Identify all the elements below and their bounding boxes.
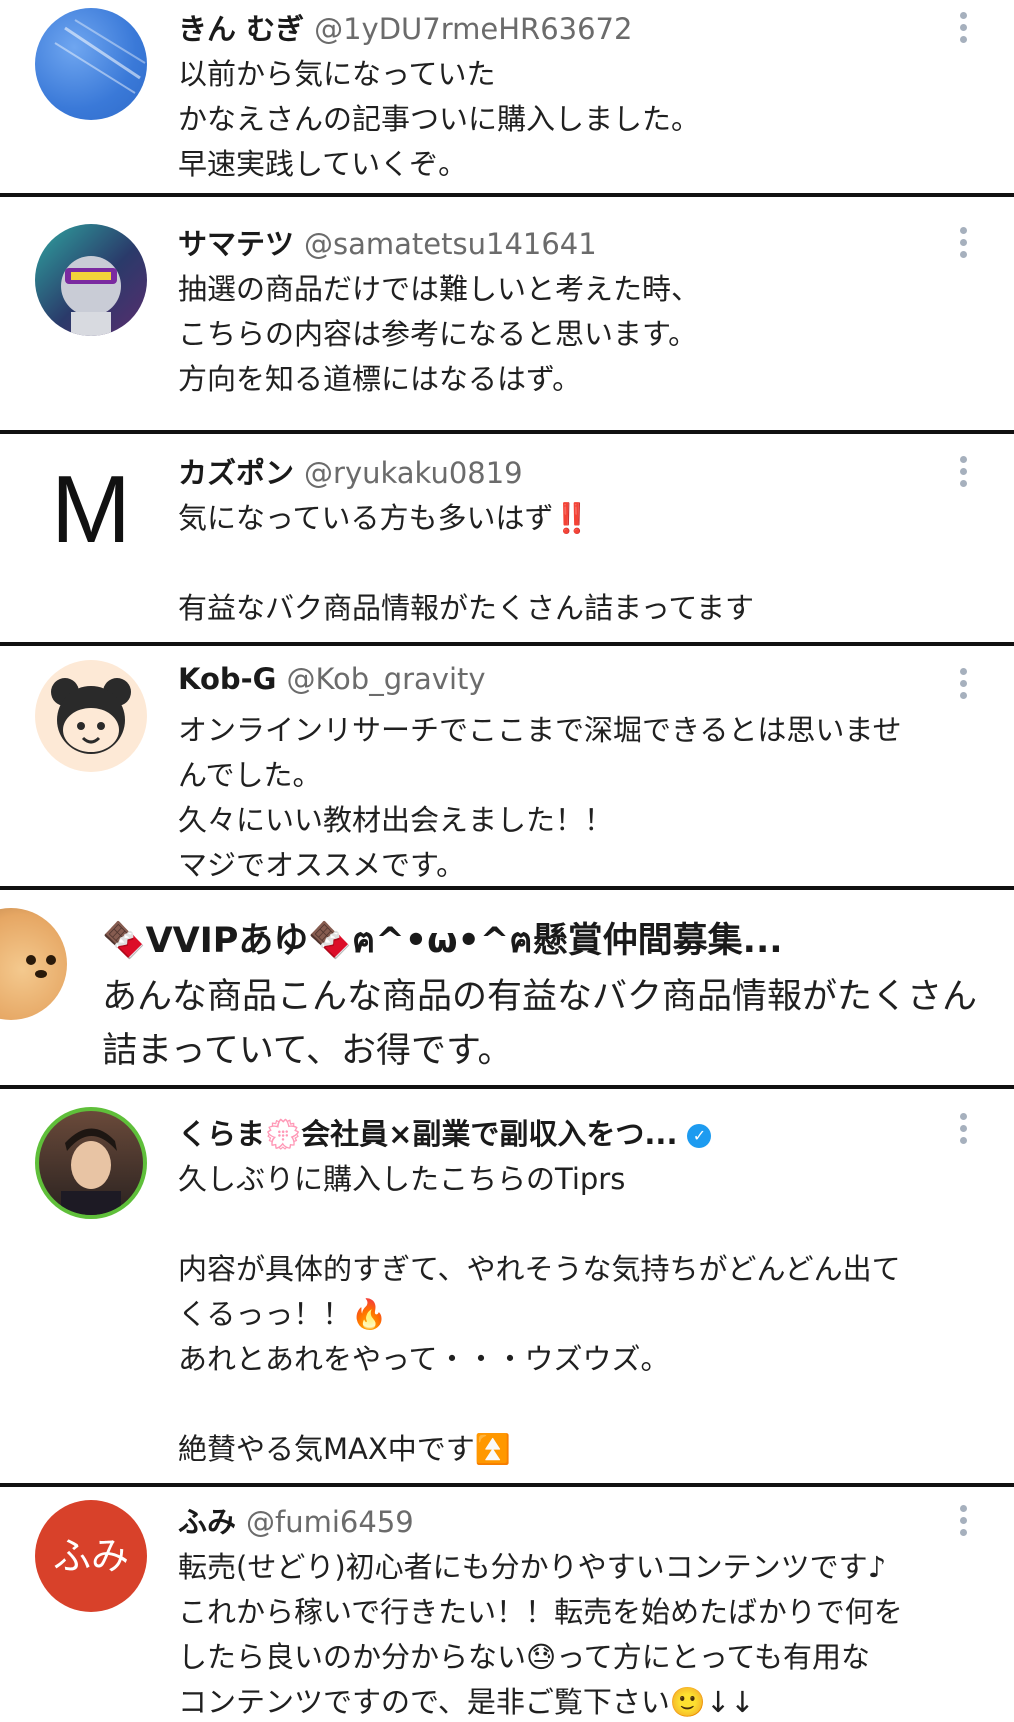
display-name[interactable]: くらま💮会社員×副業で副収入をつ... <box>178 1117 677 1151</box>
user-handle[interactable]: @Kob_gravity <box>286 662 485 696</box>
post-text: 以前から気になっていた かなえさんの記事ついに購入しました。 早速実践していくぞ… <box>178 57 701 181</box>
user-handle[interactable]: @ryukaku0819 <box>304 456 523 490</box>
post-card[interactable]: M カズポン @ryukaku0819 気になっている方も多いはず‼️ 有益なバク… <box>0 434 1014 642</box>
post-card[interactable]: 🍫VVIPあゆ🍫ฅ^•ω•^ฅ懸賞仲間募集... あんな商品こんな商品の有益なバ… <box>0 890 1014 1085</box>
user-avatar[interactable]: M <box>35 454 147 566</box>
post-card[interactable]: ふみ ふみ @fumi6459 転売(せどり)初心者にも分かりやすいコンテンツです… <box>0 1487 1014 1722</box>
avatar-text: ふみ <box>52 1534 129 1578</box>
streak-decoration <box>54 19 146 94</box>
avatar-letter: M <box>51 456 131 563</box>
user-avatar[interactable] <box>35 660 147 772</box>
post-text: 気になっている方も多いはず‼️ 有益なバク商品情報がたくさん詰まってます <box>178 501 754 625</box>
post-text: 久しぶりに購入したこちらのTiprs 内容が具体的すぎて、やれそうな気持ちがどん… <box>178 1162 901 1466</box>
more-options-icon[interactable] <box>960 456 968 496</box>
post-text: あんな商品こんな商品の有益なバク商品情報がたくさん 詰まっていて、お得です。 <box>102 977 978 1071</box>
post-card[interactable]: Kob-G @Kob_gravity オンラインリサーチでここまで深堀できるとは思… <box>0 646 1014 886</box>
display-name[interactable]: ふみ <box>178 1505 236 1539</box>
user-avatar[interactable] <box>35 1107 147 1219</box>
man-portrait-icon <box>61 1128 121 1215</box>
post-text: 抽選の商品だけでは難しいと考えた時、 こちらの内容は参考になると思います。 方向… <box>178 272 701 396</box>
post-text: オンラインリサーチでここまで深堀できるとは思いませ んでした。 久々にいい教材出… <box>178 713 902 882</box>
user-avatar[interactable] <box>0 908 67 1020</box>
user-handle[interactable]: @1yDU7rmeHR63672 <box>314 12 632 46</box>
display-name[interactable]: サマテツ <box>178 227 294 261</box>
user-avatar[interactable] <box>35 224 147 336</box>
user-avatar[interactable]: ふみ <box>35 1500 147 1612</box>
user-handle[interactable]: @fumi6459 <box>246 1505 414 1539</box>
display-name[interactable]: Kob-G <box>178 662 276 696</box>
display-name[interactable]: きん むぎ <box>178 12 304 46</box>
verified-badge-icon: ✓ <box>687 1124 712 1148</box>
post-card[interactable]: くらま💮会社員×副業で副収入をつ... ✓ 久しぶりに購入したこちらのTiprs … <box>0 1089 1014 1483</box>
robot-icon <box>61 256 121 336</box>
display-name[interactable]: カズポン <box>178 456 294 490</box>
user-avatar[interactable] <box>35 8 147 120</box>
dog-icon <box>26 955 56 978</box>
more-options-icon[interactable] <box>960 12 968 52</box>
more-options-icon[interactable] <box>960 668 968 708</box>
more-options-icon[interactable] <box>960 1505 968 1545</box>
post-card[interactable]: きん むぎ @1yDU7rmeHR63672 以前から気になっていた かなえさんの… <box>0 0 1014 193</box>
post-card[interactable]: サマテツ @samatetsu141641 抽選の商品だけでは難しいと考えた時、 … <box>0 197 1014 430</box>
post-text: 転売(せどり)初心者にも分かりやすいコンテンツです♪ これから稼いで行きたい！！… <box>178 1550 903 1719</box>
bear-icon <box>51 678 131 754</box>
more-options-icon[interactable] <box>960 227 968 267</box>
display-name[interactable]: 🍫VVIPあゆ🍫ฅ^•ω•^ฅ懸賞仲間募集... <box>102 921 783 961</box>
user-handle[interactable]: @samatetsu141641 <box>304 227 597 261</box>
more-options-icon[interactable] <box>960 1113 968 1153</box>
